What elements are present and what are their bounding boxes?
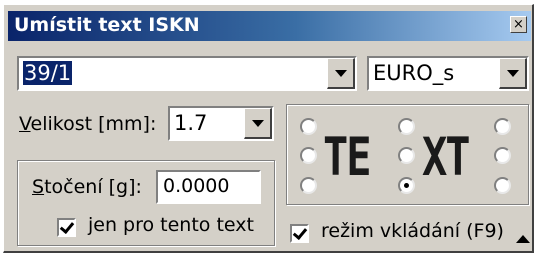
- only-this-text-label: jen pro tento text: [88, 214, 254, 236]
- title-bar[interactable]: Umístit text ISKN ×: [8, 11, 531, 41]
- chevron-down-icon[interactable]: [499, 58, 527, 89]
- size-combo[interactable]: 1.7: [168, 106, 274, 141]
- anchor-text-left: TE: [323, 126, 372, 188]
- insert-mode-checkbox[interactable]: [290, 224, 309, 243]
- rotation-input[interactable]: 0.0000: [156, 170, 261, 204]
- anchor-bottom-right[interactable]: [494, 177, 511, 194]
- only-this-text-checkbox[interactable]: [57, 218, 76, 237]
- anchor-text-right: XT: [422, 126, 471, 188]
- size-value[interactable]: 1.7: [174, 111, 207, 135]
- close-button[interactable]: ×: [510, 16, 527, 33]
- font-combo[interactable]: EURO_s: [367, 56, 529, 91]
- chevron-down-icon[interactable]: [327, 58, 355, 89]
- anchor-middle-left[interactable]: [300, 147, 317, 164]
- anchor-top-left[interactable]: [300, 118, 317, 135]
- anchor-top-center[interactable]: [398, 118, 415, 135]
- close-icon: ×: [513, 17, 524, 32]
- window-title: Umístit text ISKN: [14, 14, 200, 36]
- anchor-bottom-left[interactable]: [300, 177, 317, 194]
- arrow-up-icon[interactable]: [516, 235, 530, 243]
- chevron-down-icon[interactable]: [244, 108, 272, 139]
- anchor-middle-center[interactable]: [398, 147, 415, 164]
- parcel-combo[interactable]: 39/1: [17, 56, 357, 91]
- anchor-middle-right[interactable]: [494, 147, 511, 164]
- parcel-value[interactable]: 39/1: [23, 61, 73, 85]
- size-label: Velikost [mm]:: [19, 113, 157, 135]
- font-value[interactable]: EURO_s: [373, 61, 454, 85]
- anchor-bottom-center[interactable]: [398, 177, 415, 194]
- rotation-label: Stočení [g]:: [32, 176, 142, 198]
- anchor-top-right[interactable]: [494, 118, 511, 135]
- insert-mode-label: režim vkládání (F9): [321, 220, 504, 242]
